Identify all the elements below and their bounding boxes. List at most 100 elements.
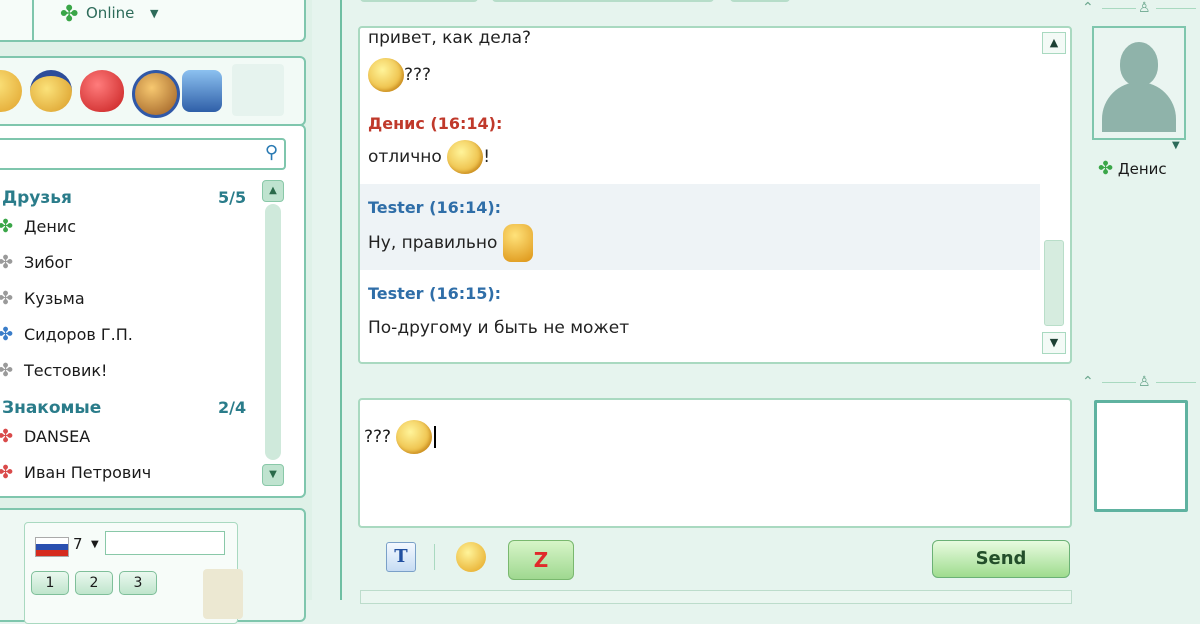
contact-item[interactable]: ✤ Сидоров Г.П.: [0, 324, 133, 352]
input-content[interactable]: ???: [364, 420, 437, 454]
message-sender: Денис (16:14):: [368, 114, 503, 133]
grinning-smiley-icon: [396, 420, 433, 454]
history-scrollbar[interactable]: ▲ ▼: [1040, 28, 1066, 358]
robot-smiley-icon[interactable]: [182, 70, 222, 112]
smiley-icon: [368, 58, 404, 92]
message-text: По-другому и быть не может: [368, 318, 630, 338]
prince-smiley-icon[interactable]: [30, 70, 72, 112]
group-header-friends[interactable]: Друзья: [2, 188, 72, 208]
nudge-button[interactable]: Z: [508, 540, 574, 580]
input-text: ???: [364, 427, 392, 447]
contact-item[interactable]: ✤ Тестовик!: [0, 360, 107, 388]
search-icon[interactable]: ⚲: [265, 142, 278, 163]
tab[interactable]: [492, 0, 714, 2]
dial-key[interactable]: 2: [75, 571, 113, 595]
offline-status-icon: ✤: [0, 360, 14, 381]
toolbar-divider: [434, 544, 435, 570]
emoticon-slot: [232, 64, 284, 116]
message-input[interactable]: ???: [358, 398, 1072, 528]
thumbs-up-icon: [502, 224, 533, 262]
divider: [1156, 382, 1196, 383]
contact-list: ⚲ Друзья 5/5 ✤ Денис ✤ Зибог ✤ Кузьма ✤ Сидо…: [0, 124, 306, 498]
offline-status-icon: ✤: [0, 288, 14, 309]
emoticon-bar: [0, 56, 306, 126]
user-icon: ♙: [1138, 374, 1151, 390]
send-button[interactable]: Send: [932, 540, 1070, 578]
message-text: отлично: [368, 147, 442, 167]
message-sender: Tester (16:15):: [368, 284, 502, 303]
status-label[interactable]: Online: [86, 4, 134, 22]
dial-key[interactable]: 1: [31, 571, 69, 595]
scroll-down-button[interactable]: ▼: [1042, 332, 1066, 354]
group-count-friends: 5/5: [218, 188, 247, 207]
contact-item[interactable]: ✤ Иван Петрович: [0, 462, 151, 490]
message-text: привет, как дела?: [368, 28, 532, 48]
clover-icon: ✤: [1098, 158, 1114, 179]
avatar-head-icon: [1120, 42, 1158, 86]
message-row: Ну, правильно: [368, 224, 533, 262]
emoticon-picker-icon[interactable]: [456, 542, 486, 572]
away-status-icon: ✤: [0, 426, 14, 447]
collapse-up-icon[interactable]: ⌃: [1082, 374, 1094, 390]
peer-name: Денис: [1117, 160, 1167, 178]
status-divider: [32, 0, 34, 40]
avatar-body-icon: [1102, 82, 1176, 132]
user-icon: ♙: [1138, 0, 1151, 16]
status-bar: ✤ Online ▼: [0, 0, 306, 42]
contact-item[interactable]: ✤ Кузьма: [0, 288, 85, 316]
scroll-down-button[interactable]: ▼: [262, 464, 284, 486]
tab[interactable]: [730, 0, 790, 2]
smiley-icon[interactable]: [0, 70, 22, 112]
divider: [1156, 8, 1196, 9]
self-avatar[interactable]: [1094, 400, 1188, 512]
divider: [1102, 382, 1136, 383]
phone-number-input[interactable]: [105, 531, 225, 555]
offline-status-icon: ✤: [0, 252, 14, 273]
chevron-down-icon[interactable]: ▼: [91, 539, 99, 550]
chevron-down-icon[interactable]: ▼: [150, 7, 158, 20]
contact-item[interactable]: ✤ DANSEA: [0, 426, 90, 454]
online-status-icon: ✤: [0, 216, 14, 237]
compose-toolbar: T Z Send: [358, 536, 1070, 584]
grinning-smiley-icon: [447, 140, 484, 174]
contact-scrollbar[interactable]: ▲ ▼: [262, 180, 284, 486]
message-text: ???: [404, 65, 432, 85]
divider: [1102, 8, 1136, 9]
tab[interactable]: [360, 0, 478, 2]
lion-smiley-icon[interactable]: [132, 70, 180, 118]
dialer-panel: 7 ▼ 1 2 3: [0, 508, 306, 624]
message-text: Ну, правильно: [368, 233, 498, 253]
heart-icon[interactable]: [80, 70, 124, 112]
scroll-thumb[interactable]: [1044, 240, 1064, 326]
dial-key[interactable]: 3: [119, 571, 157, 595]
text-caret: [434, 426, 437, 448]
collapse-up-icon[interactable]: ⌃: [1082, 0, 1094, 16]
avatar-column: ⌃ ♙ ▼ ✤ Денис ⌃ ♙: [1076, 0, 1200, 600]
scroll-up-button[interactable]: ▲: [1042, 32, 1066, 54]
contact-item[interactable]: ✤ Денис: [0, 216, 76, 244]
away-status-icon: ✤: [0, 462, 14, 483]
scroll-up-button[interactable]: ▲: [262, 180, 284, 202]
group-header-acquaintances[interactable]: Знакомые: [2, 398, 101, 418]
chat-history: привет, как дела? ??? Денис (16:14): отл…: [358, 26, 1072, 364]
window-border: [340, 0, 342, 600]
bottom-panel-edge: [360, 590, 1072, 604]
left-panel: ✤ Online ▼ ⚲ Друзья 5/5 ✤ Денис ✤ Зибог ✤ К…: [0, 0, 312, 624]
multi-status-icon: ✤: [0, 324, 14, 345]
chevron-down-icon[interactable]: ▼: [1172, 140, 1180, 151]
country-code[interactable]: 7: [73, 535, 83, 553]
scroll-track[interactable]: [265, 204, 281, 460]
group-count-acquaintances: 2/4: [218, 398, 247, 417]
peer-name-label[interactable]: ✤ Денис: [1098, 158, 1167, 179]
dialer-inner: 7 ▼ 1 2 3: [24, 522, 243, 624]
message-row: отлично !: [368, 140, 490, 174]
message-suffix: !: [483, 147, 491, 167]
call-tile[interactable]: [203, 569, 243, 619]
font-button[interactable]: T: [386, 542, 416, 572]
contact-search-input[interactable]: ⚲: [0, 138, 286, 170]
clover-icon: ✤: [60, 2, 79, 27]
message-row: ???: [368, 58, 431, 92]
contact-item[interactable]: ✤ Зибог: [0, 252, 73, 280]
peer-avatar[interactable]: [1092, 26, 1186, 140]
russia-flag-icon[interactable]: [35, 537, 69, 557]
